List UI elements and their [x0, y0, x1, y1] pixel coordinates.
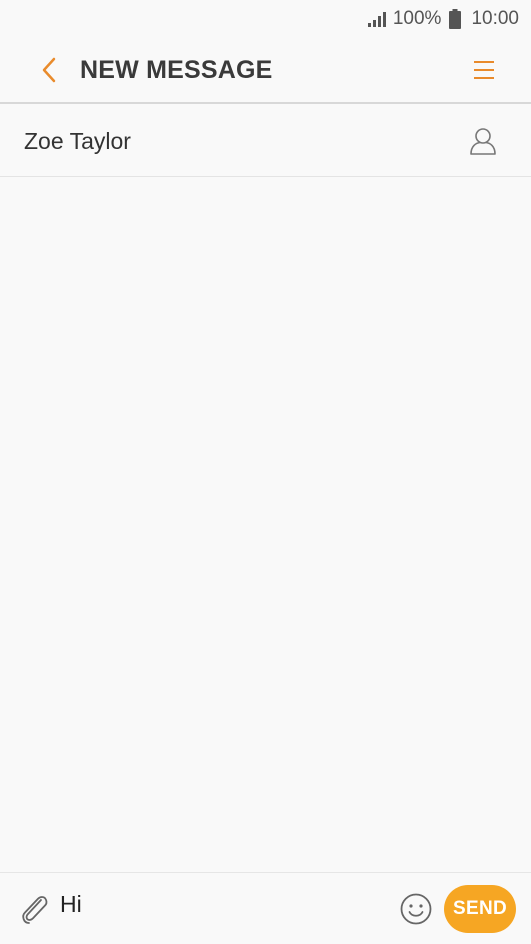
battery-level: 100% — [392, 8, 442, 29]
smiley-icon — [400, 893, 432, 924]
message-input[interactable] — [56, 882, 394, 927]
hamburger-menu-icon — [474, 61, 494, 79]
person-icon — [470, 128, 496, 155]
app-bar: NEW MESSAGE — [0, 38, 531, 104]
battery-icon — [449, 9, 462, 29]
status-time: 10:00 — [471, 8, 519, 29]
emoji-button[interactable] — [394, 887, 438, 931]
back-button[interactable] — [24, 45, 74, 95]
page-title: NEW MESSAGE — [80, 55, 273, 84]
menu-button[interactable] — [459, 45, 509, 95]
message-composer: SEND — [0, 872, 531, 944]
send-button[interactable]: SEND — [444, 884, 516, 933]
signal-icon — [367, 10, 387, 28]
conversation-area — [0, 178, 531, 872]
attach-button[interactable] — [12, 887, 56, 931]
contact-picker-button[interactable] — [459, 117, 507, 165]
chevron-left-icon — [42, 57, 56, 83]
recipient-name[interactable]: Zoe Taylor — [24, 128, 459, 155]
status-bar: 100% 10:00 — [0, 0, 531, 38]
paperclip-icon — [22, 895, 48, 924]
recipient-row[interactable]: Zoe Taylor — [0, 106, 531, 177]
